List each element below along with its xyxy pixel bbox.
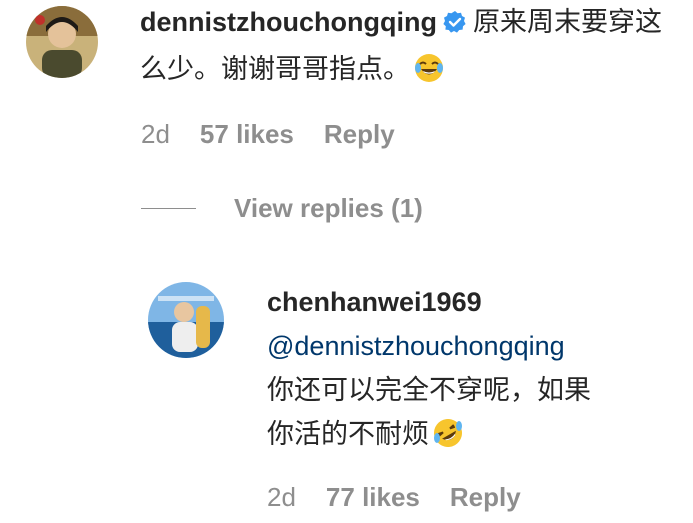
reply-username[interactable]: chenhanwei1969 xyxy=(267,287,482,317)
avatar[interactable] xyxy=(26,6,98,78)
face-with-tears-of-joy-icon xyxy=(414,52,444,96)
reply-avatar[interactable] xyxy=(148,282,224,358)
comment-time: 2d xyxy=(141,119,170,149)
verified-badge-icon xyxy=(443,3,467,47)
reply-time: 2d xyxy=(267,482,296,512)
reply-likes[interactable]: 77 likes xyxy=(326,482,420,512)
reply-meta: 2d 77 likes Reply xyxy=(267,482,551,513)
reply-message-line1: 你还可以完全不穿呢，如果 xyxy=(267,375,591,405)
view-replies-button[interactable]: View replies (1) xyxy=(141,193,423,224)
divider-line xyxy=(141,208,196,209)
reply-mention[interactable]: @dennistzhouchongqing xyxy=(267,331,565,361)
reply-reply-button[interactable]: Reply xyxy=(450,482,521,512)
reply-message-line2: 你活的不耐烦 xyxy=(267,419,429,449)
comment-likes[interactable]: 57 likes xyxy=(200,119,294,149)
comment-text: dennistzhouchongqing 原来周末要穿这么少。谢谢哥哥指点。 xyxy=(140,0,680,96)
reply-text: chenhanwei1969 @dennistzhouchongqing 你还可… xyxy=(267,280,687,461)
comment-meta: 2d 57 likes Reply xyxy=(141,119,425,150)
rolling-on-the-floor-laughing-icon xyxy=(433,417,463,461)
comment-username[interactable]: dennistzhouchongqing xyxy=(140,7,437,37)
comment-reply-button[interactable]: Reply xyxy=(324,119,395,149)
view-replies-label[interactable]: View replies (1) xyxy=(234,193,423,224)
